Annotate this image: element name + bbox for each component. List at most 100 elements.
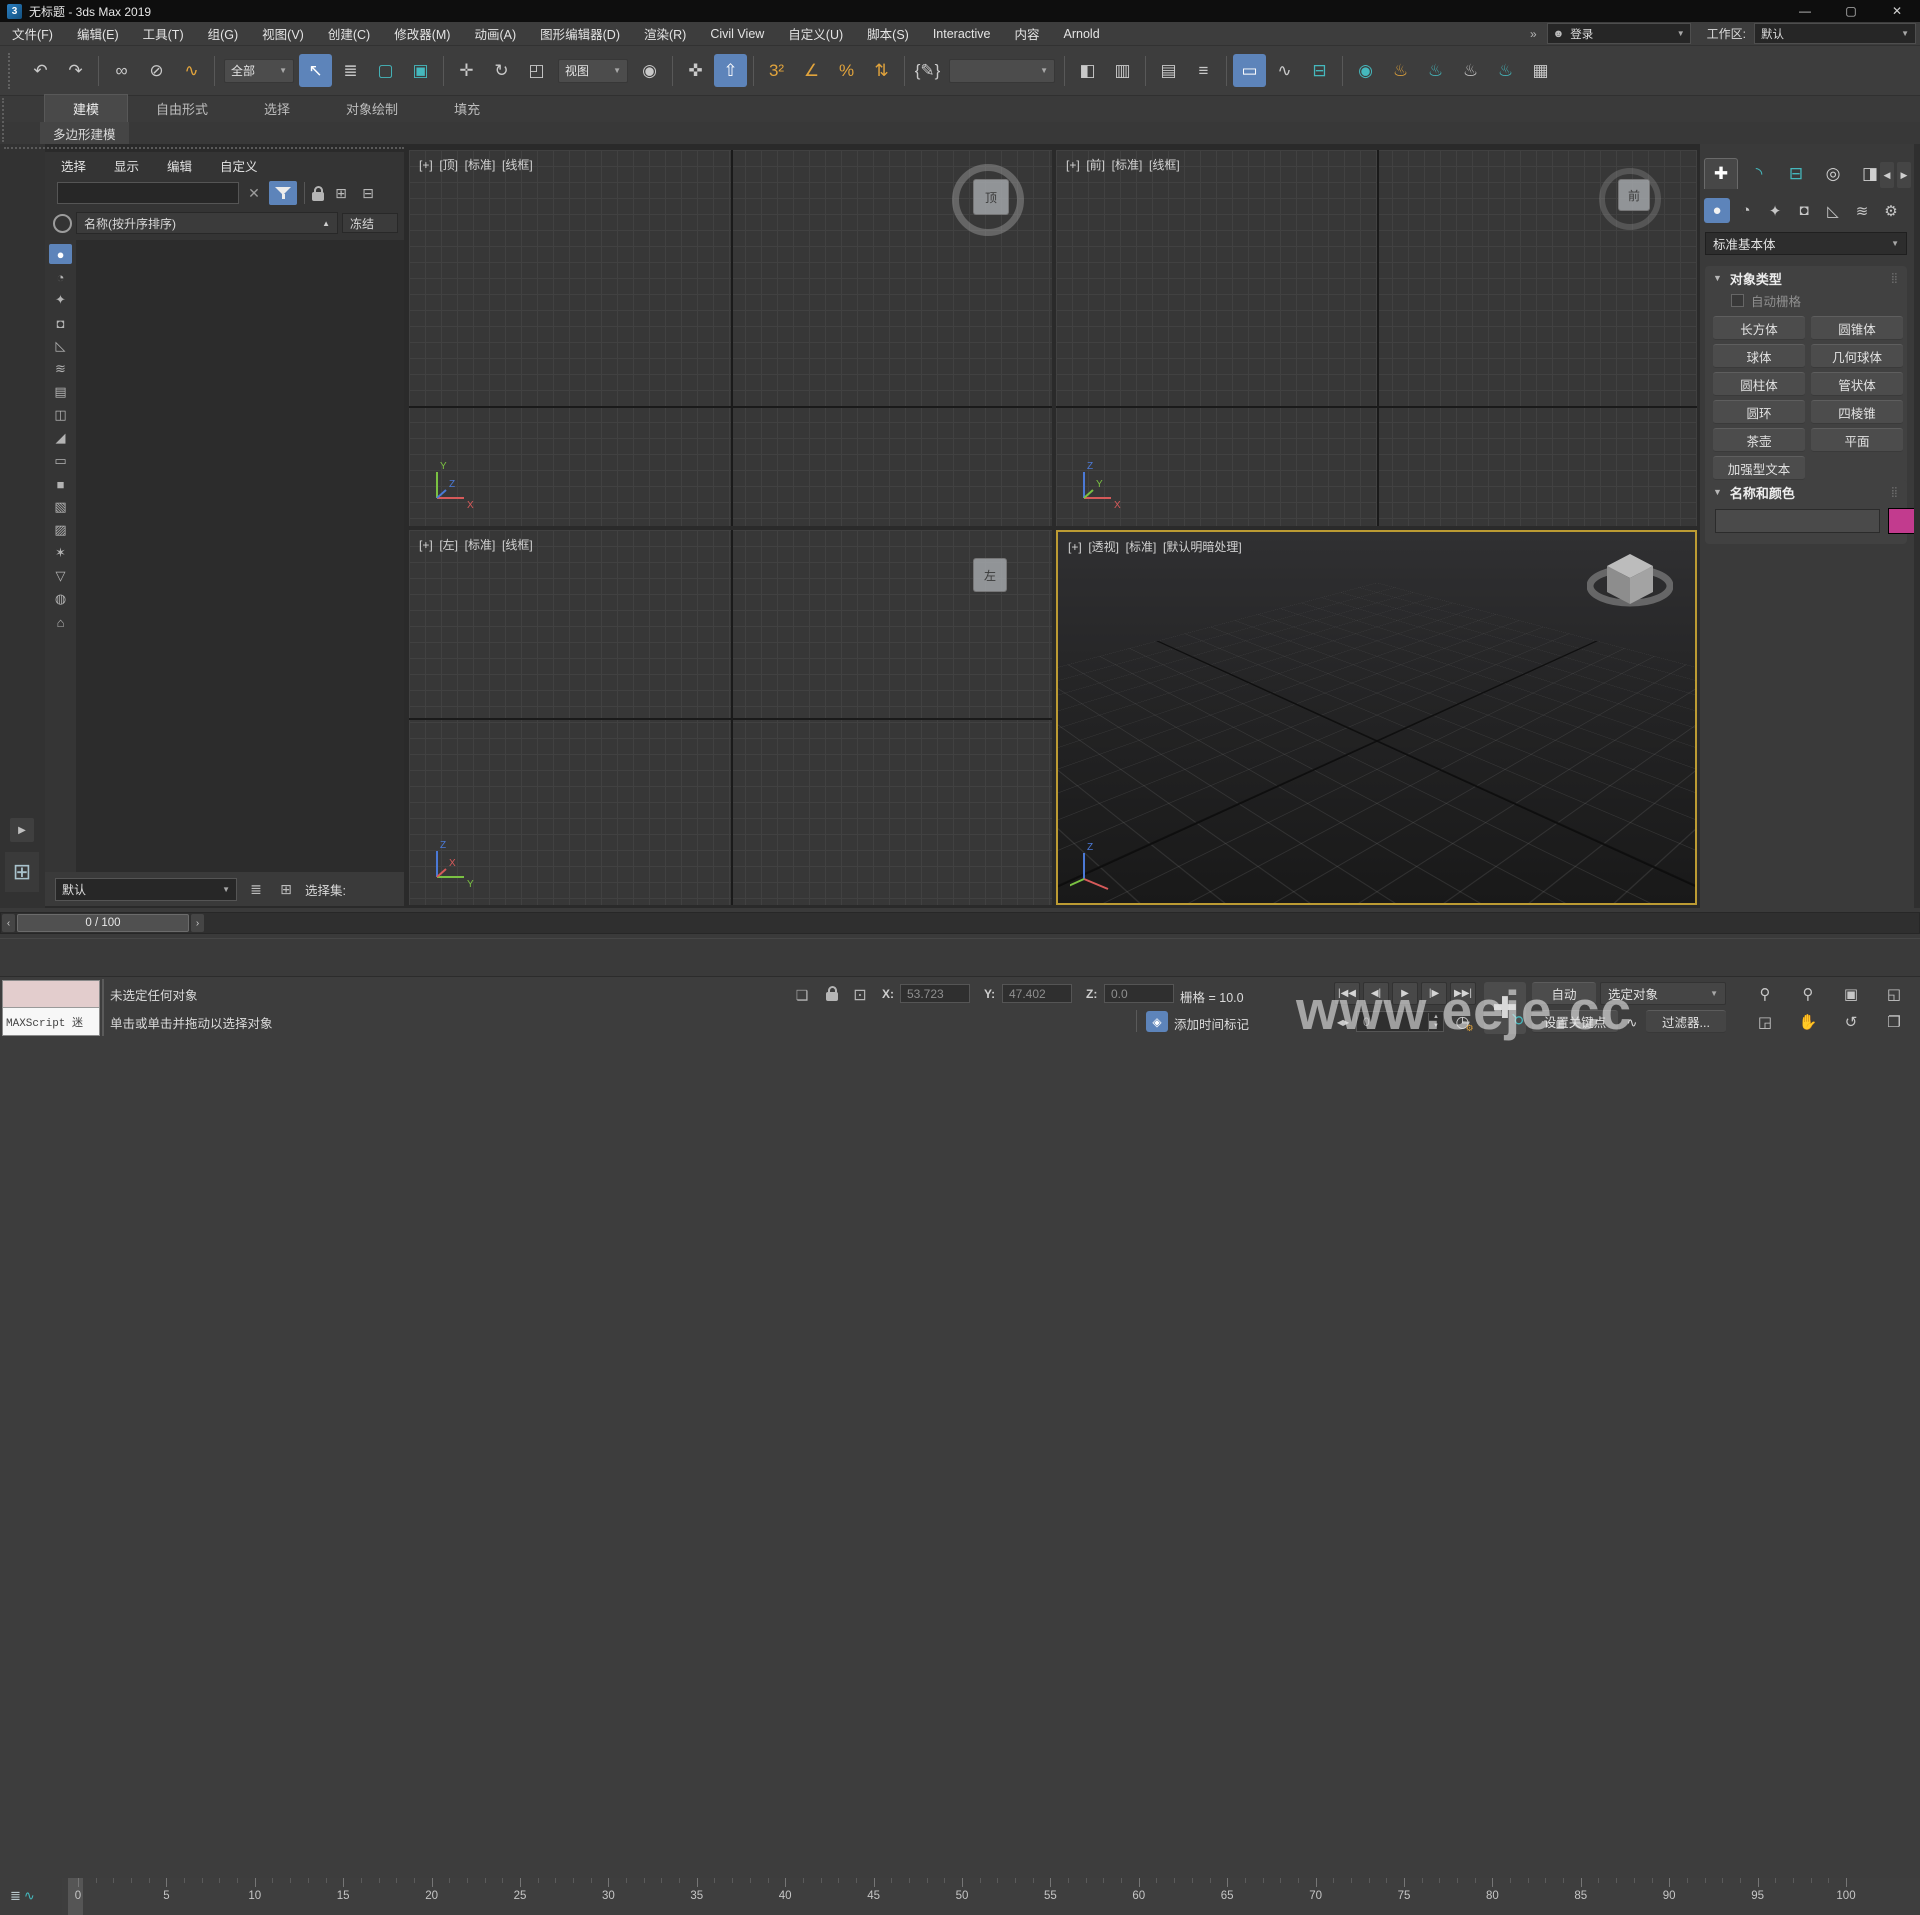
geometry-category-icon[interactable]: ● bbox=[1704, 198, 1730, 223]
menu-item-0[interactable]: 文件(F) bbox=[0, 22, 65, 45]
zoom-extents-all-icon[interactable]: ◱ bbox=[1875, 982, 1913, 1006]
mini-curve-editor-button[interactable]: ≣ ∿ bbox=[4, 1883, 62, 1909]
filter-space-warps-icon[interactable]: ≋ bbox=[49, 359, 72, 379]
zoom-extents-icon[interactable]: ▣ bbox=[1832, 982, 1870, 1006]
set-key-button[interactable]: 设置关键点 bbox=[1532, 1010, 1618, 1033]
schematic-view-icon[interactable]: ⊟ bbox=[1303, 54, 1336, 87]
snaps-toggle-icon[interactable]: 3² bbox=[760, 54, 793, 87]
menu-item-7[interactable]: 动画(A) bbox=[462, 22, 528, 45]
menu-item-12[interactable]: 脚本(S) bbox=[855, 22, 921, 45]
explorer-view-icon[interactable]: ⊞ bbox=[275, 878, 297, 900]
go-to-start-button[interactable]: |◀◀ bbox=[1334, 982, 1360, 1005]
viewport-left[interactable]: [+] [左] [标准] [线框] 左 Z Y X bbox=[409, 530, 1052, 905]
menu-item-1[interactable]: 编辑(E) bbox=[65, 22, 131, 45]
autodesk-gallery-icon[interactable]: ▦ bbox=[1524, 54, 1557, 87]
filter-solids-icon[interactable]: ■ bbox=[49, 474, 72, 494]
viewcube[interactable]: 左 bbox=[973, 558, 1007, 592]
explorer-menu-2[interactable]: 编辑 bbox=[167, 156, 192, 175]
menu-item-10[interactable]: Civil View bbox=[698, 22, 776, 45]
filter-shapes-icon[interactable]: ◔ bbox=[49, 267, 72, 287]
current-frame-spinner[interactable]: 0 ▲ ▼ bbox=[1356, 1011, 1444, 1032]
menu-item-14[interactable]: 内容 bbox=[1003, 22, 1052, 45]
primitive-button-茶壶[interactable]: 茶壶 bbox=[1713, 428, 1805, 452]
filter-bones-icon[interactable]: ◢ bbox=[49, 428, 72, 448]
viewport-left-label[interactable]: [+] [左] [标准] [线框] bbox=[419, 536, 533, 553]
menu-item-9[interactable]: 渲染(R) bbox=[632, 22, 698, 45]
name-color-rollout-header[interactable]: ▼ 名称和颜色 ⣿ bbox=[1705, 480, 1907, 504]
ribbon-tab-0[interactable]: 建模 bbox=[44, 94, 129, 122]
maxscript-macro-field[interactable] bbox=[3, 981, 99, 1008]
menu-item-5[interactable]: 创建(C) bbox=[316, 22, 382, 45]
explorer-config-icon[interactable]: ≣ bbox=[245, 878, 267, 900]
key-selection-dropdown[interactable]: 选定对象 ▼ bbox=[1600, 982, 1726, 1005]
filter-cameras-icon[interactable]: ◘ bbox=[49, 313, 72, 333]
toggle-layer-explorer-icon[interactable]: ≡ bbox=[1187, 54, 1220, 87]
rollout-drag-handle-icon[interactable]: ⣿ bbox=[1891, 487, 1899, 498]
y-coordinate-field[interactable]: 47.402 bbox=[1002, 984, 1072, 1003]
menu-item-8[interactable]: 图形编辑器(D) bbox=[528, 22, 632, 45]
previous-frame-arrow[interactable]: ‹ bbox=[2, 914, 15, 932]
primitive-button-圆锥体[interactable]: 圆锥体 bbox=[1811, 316, 1903, 340]
add-time-tag-label[interactable]: 添加时间标记 bbox=[1174, 1014, 1249, 1033]
primitive-button-几何球体[interactable]: 几何球体 bbox=[1811, 344, 1903, 368]
viewport-perspective[interactable]: [+] [透视] [标准] [默认明暗处理] ZXY bbox=[1056, 530, 1697, 905]
time-configuration-button[interactable]: ◷ ⚙ bbox=[1450, 1011, 1475, 1033]
explorer-menu-1[interactable]: 显示 bbox=[114, 156, 139, 175]
reference-coordinate-system-dropdown[interactable]: 视图 ▼ bbox=[558, 58, 628, 83]
render-in-cloud-icon[interactable]: ♨ bbox=[1489, 54, 1522, 87]
space-warps-category-icon[interactable]: ≋ bbox=[1849, 198, 1875, 223]
modify-tab-icon[interactable]: ◝ bbox=[1743, 159, 1775, 189]
menu-item-13[interactable]: Interactive bbox=[921, 22, 1003, 45]
primitive-button-四棱锥[interactable]: 四棱锥 bbox=[1811, 400, 1903, 424]
spinner-arrows[interactable]: ▲ ▼ bbox=[1428, 1012, 1443, 1031]
primitive-button-管状体[interactable]: 管状体 bbox=[1811, 372, 1903, 396]
explorer-preset-dropdown[interactable]: 默认 ▼ bbox=[55, 877, 237, 901]
lock-icon[interactable] bbox=[312, 186, 324, 201]
selection-filter-dropdown[interactable]: 全部 ▼ bbox=[224, 58, 294, 83]
primitive-button-平面[interactable]: 平面 bbox=[1811, 428, 1903, 452]
maxscript-listener-field[interactable]: MAXScript 迷 bbox=[3, 1008, 99, 1035]
search-input[interactable] bbox=[57, 182, 239, 204]
play-button[interactable]: ▶ bbox=[1392, 982, 1418, 1005]
select-and-rotate-icon[interactable]: ↻ bbox=[485, 54, 518, 87]
filter-materials-icon[interactable]: ▧ bbox=[49, 497, 72, 517]
set-keys-button[interactable]: ✚ ⚲ bbox=[1484, 982, 1527, 1034]
collapse-hierarchy-icon[interactable]: ⊟ bbox=[358, 185, 378, 202]
primitive-button-球体[interactable]: 球体 bbox=[1713, 344, 1805, 368]
ribbon-tab-1[interactable]: 自由形式 bbox=[128, 95, 236, 122]
previous-frame-button[interactable]: ◀| bbox=[1363, 982, 1389, 1005]
x-coordinate-field[interactable]: 53.723 bbox=[900, 984, 970, 1003]
primitive-button-圆柱体[interactable]: 圆柱体 bbox=[1713, 372, 1805, 396]
angle-snap-toggle-icon[interactable]: ∠ bbox=[795, 54, 828, 87]
named-selection-sets-dropdown[interactable]: ▼ bbox=[949, 58, 1055, 83]
systems-category-icon[interactable]: ⚙ bbox=[1878, 198, 1904, 223]
cameras-category-icon[interactable]: ◘ bbox=[1791, 198, 1817, 223]
ribbon-tab-3[interactable]: 对象绘制 bbox=[318, 95, 426, 122]
scene-tree[interactable] bbox=[76, 240, 404, 872]
primitive-button-圆环[interactable]: 圆环 bbox=[1713, 400, 1805, 424]
redo-icon[interactable]: ↷ bbox=[59, 54, 92, 87]
primitive-button-长方体[interactable]: 长方体 bbox=[1713, 316, 1805, 340]
maximize-button[interactable]: ▢ bbox=[1828, 0, 1874, 22]
filter-particles-icon[interactable]: ▨ bbox=[49, 520, 72, 540]
filter-effects-icon[interactable]: ✶ bbox=[49, 543, 72, 563]
z-coordinate-field[interactable]: 0.0 bbox=[1104, 984, 1174, 1003]
toolbar-drag-handle[interactable] bbox=[8, 52, 15, 89]
toggle-ribbon-icon[interactable]: ▭ bbox=[1233, 54, 1266, 87]
minimize-button[interactable]: — bbox=[1782, 0, 1828, 22]
expand-hierarchy-icon[interactable]: ⊞ bbox=[331, 185, 351, 202]
explorer-menu-0[interactable]: 选择 bbox=[61, 156, 86, 175]
explorer-menu-3[interactable]: 自定义 bbox=[220, 156, 258, 175]
percent-snap-toggle-icon[interactable]: % bbox=[830, 54, 863, 87]
viewcube-3d[interactable] bbox=[1587, 542, 1673, 616]
menu-item-15[interactable]: Arnold bbox=[1052, 22, 1112, 45]
time-slider-handle[interactable]: 0 / 100 bbox=[17, 914, 189, 932]
go-to-end-button[interactable]: ▶▶| bbox=[1450, 982, 1476, 1005]
clear-search-icon[interactable]: ✕ bbox=[246, 185, 262, 202]
filter-helpers-icon[interactable]: ◺ bbox=[49, 336, 72, 356]
autogrid-checkbox[interactable] bbox=[1731, 293, 1744, 307]
rendered-frame-window-icon[interactable]: ♨ bbox=[1419, 54, 1452, 87]
unlink-selection-icon[interactable]: ⊘ bbox=[140, 54, 173, 87]
track-bar-ruler[interactable]: 0 5 10 15 20 25 30 35 40 45 50 55 60 65 70 75 80 85 90 95 10… bbox=[62, 1878, 1920, 1915]
primitive-button-加强型文本[interactable]: 加强型文本 bbox=[1713, 456, 1805, 480]
